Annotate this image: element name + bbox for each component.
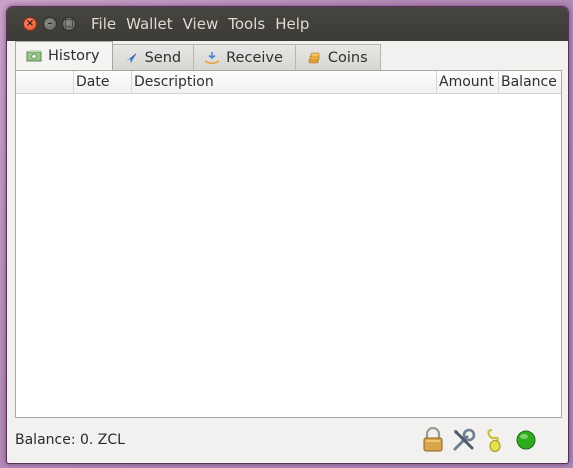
tab-bar: History Send Receive Coins (15, 41, 381, 70)
tab-history-label: History (48, 48, 100, 64)
menu-file[interactable]: File (91, 15, 116, 33)
menu-tools[interactable]: Tools (228, 15, 265, 33)
tab-coins[interactable]: Coins (294, 44, 381, 70)
history-icon (26, 49, 42, 63)
table-header: Date Description Amount Balance (16, 71, 561, 94)
preferences-tools-icon[interactable] (451, 427, 477, 453)
send-icon (123, 51, 139, 65)
tab-coins-label: Coins (327, 49, 368, 66)
connection-status-icon (513, 427, 539, 453)
lock-icon[interactable] (420, 426, 446, 453)
receive-icon (204, 51, 220, 65)
column-header-date[interactable]: Date (74, 71, 132, 93)
menu-help[interactable]: Help (275, 15, 309, 33)
menu-view[interactable]: View (183, 15, 219, 33)
status-bar: Balance: 0. ZCL (7, 419, 568, 463)
minimize-window-button[interactable]: – (43, 17, 57, 31)
coins-icon (306, 51, 322, 65)
app-window: × – □ File Wallet View Tools Help Histor… (6, 6, 569, 464)
column-header-description[interactable]: Description (132, 71, 437, 93)
menu-wallet[interactable]: Wallet (126, 15, 173, 33)
balance-label: Balance: 0. ZCL (15, 432, 125, 448)
tab-history[interactable]: History (15, 41, 113, 70)
tab-send-label: Send (144, 49, 182, 66)
maximize-window-button[interactable]: □ (62, 17, 76, 31)
seed-icon[interactable] (482, 427, 508, 453)
titlebar: × – □ File Wallet View Tools Help (7, 7, 568, 41)
tab-receive-label: Receive (226, 49, 283, 66)
column-header-amount[interactable]: Amount (437, 71, 499, 93)
column-header-status[interactable] (16, 71, 74, 93)
column-header-balance[interactable]: Balance (499, 71, 561, 93)
tab-send[interactable]: Send (111, 44, 195, 70)
close-window-button[interactable]: × (23, 17, 37, 31)
tab-receive[interactable]: Receive (193, 44, 296, 70)
history-table[interactable]: Date Description Amount Balance (15, 70, 562, 418)
menu-bar: File Wallet View Tools Help (91, 7, 319, 41)
